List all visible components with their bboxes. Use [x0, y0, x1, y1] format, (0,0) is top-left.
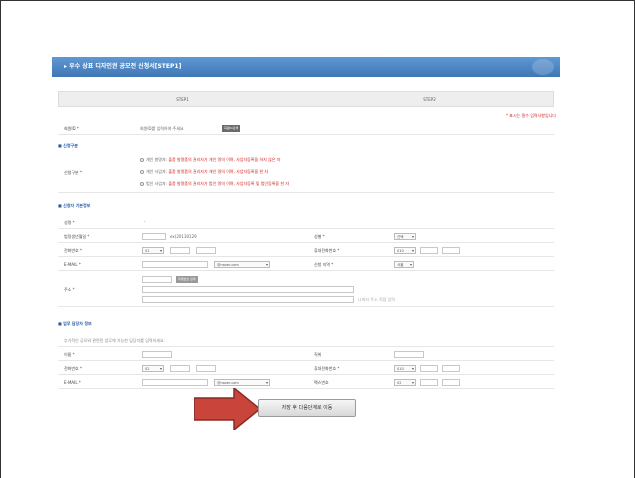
gender-label: 성별 *	[314, 234, 325, 239]
save-next-button[interactable]: 저장 후 다음단계로 이동	[258, 399, 356, 417]
zip-input[interactable]	[142, 276, 172, 283]
member-id-row: 회원ID * 회원ID를 입력하여 주세요 회원ID검색	[58, 123, 554, 135]
name-value-dash: -	[144, 219, 146, 224]
birth-label: 법정생년월일 *	[64, 234, 90, 239]
contact-name-row: 이름 * 직위	[58, 349, 554, 361]
region-select[interactable]: 서울	[394, 261, 414, 268]
mobile-mid-input[interactable]	[420, 247, 438, 254]
zip-search-button[interactable]: 우편번호 검색	[176, 276, 198, 283]
gender-select[interactable]: 선택	[394, 233, 416, 240]
fax-mid-input[interactable]	[420, 379, 438, 386]
phone-row: 전화번호 * 02 휴대전화번호 * 010	[58, 245, 554, 257]
email-id-input[interactable]	[142, 261, 208, 268]
phone-label: 전화번호 *	[64, 248, 82, 253]
step-1: STEP1	[176, 97, 189, 102]
contact-phone-row: 전화번호 * 02 휴대전화번호 * 010	[58, 363, 554, 375]
name-row: 성명 * -	[58, 217, 554, 229]
form-title-bar: ▸ 우수 상표 디자인권 공모전 신청서[STEP1]	[52, 57, 560, 77]
contact-email-domain-select[interactable]: @naver.com	[214, 379, 270, 386]
required-note: * 표시는 필수 입력사항입니다	[506, 113, 556, 118]
basic-info-section: ■ 신청자 기본정보	[58, 203, 91, 208]
contact-mobile-prefix-select[interactable]: 010	[394, 365, 416, 372]
phone-prefix-select[interactable]: 02	[142, 247, 164, 254]
contact-mobile-label: 휴대전화번호 *	[314, 366, 340, 371]
frame-top-border	[0, 0, 635, 1]
title-decoration-icon	[532, 59, 554, 75]
red-arrow-icon	[194, 388, 262, 430]
contact-phone-prefix-select[interactable]: 02	[142, 365, 164, 372]
birth-hint: ex)20130129	[170, 234, 197, 239]
region-label: 신청 지역 *	[314, 262, 334, 267]
applicant-option-2[interactable]: 개인 사업자: 출품 발명품의 권리자가 개인 명의 이며, 사업자등록을 한 …	[140, 169, 268, 175]
contact-email-row: E-MAIL * @naver.com 팩스번호 02	[58, 377, 554, 389]
frame-left-border	[0, 0, 1, 478]
member-id-search-button[interactable]: 회원ID검색	[222, 125, 241, 132]
applicant-type-section: ■ 신청구분	[58, 143, 78, 148]
applicant-option-1[interactable]: 개인 발명자: 출품 발명품의 권리자가 개인 명의 이며, 사업자등록을 하지…	[140, 157, 280, 163]
member-id-label: 회원ID *	[64, 126, 79, 131]
form-title: ▸ 우수 상표 디자인권 공모전 신청서[STEP1]	[64, 63, 182, 70]
applicant-type-row: 신청구분 * 개인 발명자: 출품 발명품의 권리자가 개인 명의 이며, 사업…	[58, 153, 554, 193]
fax-last-input[interactable]	[442, 379, 460, 386]
contact-info-section: ■ 업무 담당자 정보	[58, 321, 92, 326]
radio-icon[interactable]	[140, 158, 144, 162]
contact-phone-last-input[interactable]	[196, 365, 216, 372]
contact-phone-mid-input[interactable]	[170, 365, 190, 372]
contact-mobile-last-input[interactable]	[442, 365, 460, 372]
contact-email-label: E-MAIL *	[64, 380, 81, 385]
fax-label: 팩스번호	[314, 380, 329, 385]
radio-icon[interactable]	[140, 182, 144, 186]
mobile-last-input[interactable]	[442, 247, 460, 254]
mobile-label: 휴대전화번호 *	[314, 248, 340, 253]
address-main-input[interactable]	[142, 286, 354, 293]
birth-input[interactable]	[142, 233, 166, 240]
address-label: 주소 *	[64, 287, 75, 292]
contact-note-row: 추가적인 공모와 관련된 업무에 가능한 담당자를 입력하세요.	[58, 335, 554, 347]
applicant-option-3[interactable]: 법인 사업자: 출품 발명품의 권리자가 법인 명의 이며, 사업자등록 및 법…	[140, 181, 289, 187]
radio-icon[interactable]	[140, 170, 144, 174]
contact-name-input[interactable]	[142, 351, 172, 358]
email-label: E-MAIL *	[64, 262, 81, 267]
email-region-row: E-MAIL * @naver.com 신청 지역 * 서울	[58, 259, 554, 271]
email-domain-select[interactable]: @naver.com	[214, 261, 270, 268]
birth-gender-row: 법정생년월일 * ex)20130129 성별 * 선택	[58, 231, 554, 243]
address-hint: 나머지 주소 직접 입력	[358, 297, 395, 302]
applicant-type-label: 신청구분 *	[64, 170, 82, 175]
fax-prefix-select[interactable]: 02	[394, 379, 416, 386]
contact-name-label: 이름 *	[64, 352, 75, 357]
position-input[interactable]	[394, 351, 424, 358]
step-2: STEP2	[423, 97, 436, 102]
phone-last-input[interactable]	[196, 247, 216, 254]
phone-mid-input[interactable]	[170, 247, 190, 254]
contact-mobile-mid-input[interactable]	[420, 365, 438, 372]
contact-phone-label: 전화번호 *	[64, 366, 82, 371]
contact-email-id-input[interactable]	[142, 379, 208, 386]
application-form: ▸ 우수 상표 디자인권 공모전 신청서[STEP1] STEP1 STEP2 …	[52, 57, 560, 425]
step-indicator: STEP1 STEP2	[58, 91, 554, 107]
address-detail-input[interactable]	[142, 296, 354, 303]
position-label: 직위	[314, 352, 322, 357]
member-id-hint: 회원ID를 입력하여 주세요	[140, 126, 184, 131]
contact-note: 추가적인 공모와 관련된 업무에 가능한 담당자를 입력하세요.	[64, 338, 165, 343]
address-row: 주소 * 우편번호 검색 나머지 주소 직접 입력	[58, 273, 554, 307]
mobile-prefix-select[interactable]: 010	[394, 247, 416, 254]
name-label: 성명 *	[64, 220, 75, 225]
